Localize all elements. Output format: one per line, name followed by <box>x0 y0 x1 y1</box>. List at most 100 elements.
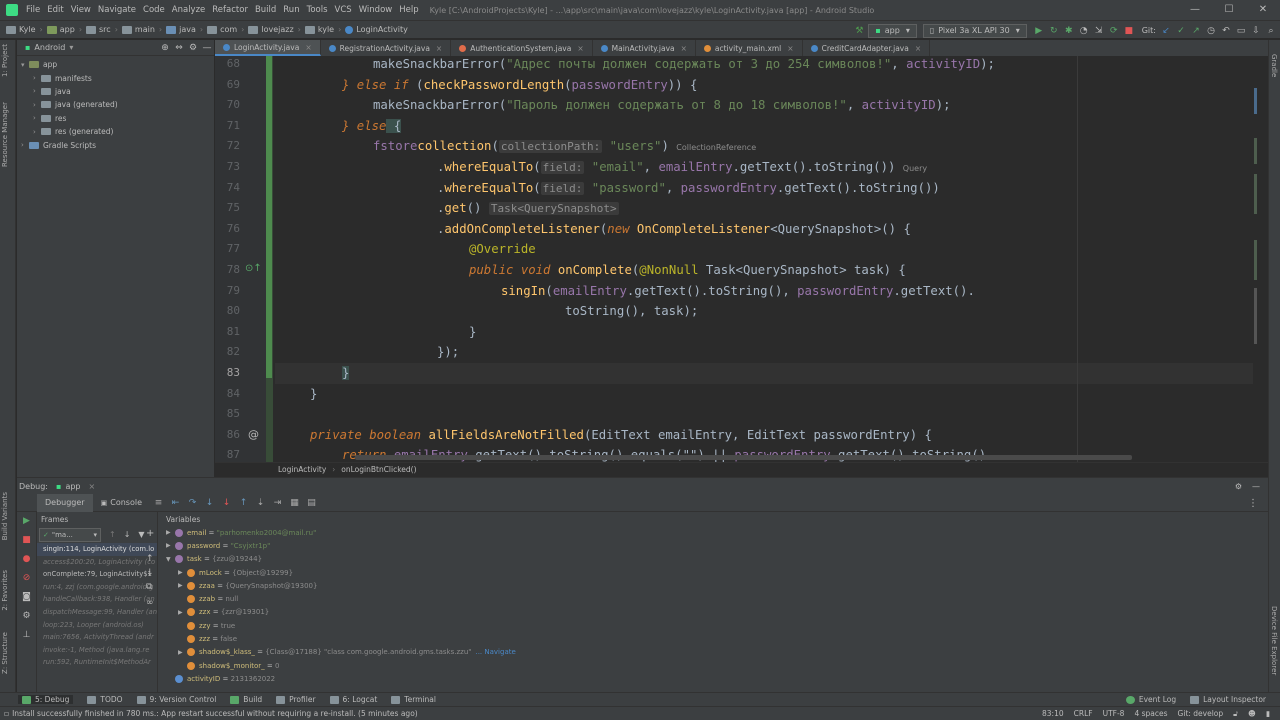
indent-setting[interactable]: 4 spaces <box>1134 709 1167 718</box>
locate-icon[interactable]: ⊕ <box>158 43 172 53</box>
view-breakpoints-icon[interactable]: ● <box>17 550 36 569</box>
line-number[interactable]: 75 <box>215 201 240 214</box>
variable-row[interactable]: zzz = false <box>158 632 1268 645</box>
close-tab-icon[interactable]: × <box>681 44 687 53</box>
chevron-right-icon[interactable]: ▶ <box>166 529 175 536</box>
arrow-down-icon[interactable]: ↓ <box>124 530 131 539</box>
menu-run[interactable]: Run <box>283 5 299 15</box>
chevron-right-icon[interactable]: › <box>33 87 41 95</box>
lock-icon[interactable]: 🔓︎ <box>1233 709 1238 719</box>
chevron-down-icon[interactable]: ▾ <box>69 43 73 52</box>
search-icon[interactable]: ⌕ <box>1265 26 1277 36</box>
hide-icon[interactable]: — <box>1252 482 1260 491</box>
variable-row[interactable]: ▼ task = {zzu@19244} <box>158 553 1268 566</box>
line-number[interactable]: 71 <box>215 119 240 132</box>
hide-icon[interactable]: — <box>200 43 214 53</box>
history-icon[interactable]: ◷ <box>1205 26 1217 36</box>
line-number[interactable]: 77 <box>215 242 240 255</box>
arrow-up-icon[interactable]: ↑ <box>146 554 154 564</box>
menu-analyze[interactable]: Analyze <box>172 5 206 15</box>
implements-marker-icon[interactable]: ⊙↑ <box>245 263 262 274</box>
tool-debug[interactable]: 5: Debug <box>18 695 74 704</box>
pin-icon[interactable]: ⊥ <box>17 626 36 645</box>
memory-icon[interactable]: ▮ <box>1266 709 1270 718</box>
stack-frame[interactable]: onComplete:79, LoginActivity$1 <box>37 568 157 581</box>
project-view-select[interactable]: Android <box>34 43 65 52</box>
chevron-right-icon[interactable]: ▶ <box>166 542 175 549</box>
menu-vcs[interactable]: VCS <box>335 5 352 15</box>
copy-icon[interactable]: ⧉ <box>146 582 152 592</box>
thread-select[interactable]: ✓ "ma... ▾ <box>39 527 101 542</box>
project-tool-button[interactable]: 1: Project <box>1 44 9 77</box>
line-number[interactable]: 72 <box>215 139 240 152</box>
project-tree-item[interactable]: › manifests <box>17 71 214 84</box>
chevron-right-icon[interactable]: ▶ <box>178 569 187 576</box>
stack-frame[interactable]: invoke:-1, Method (java.lang.re <box>37 644 157 657</box>
stack-frame[interactable]: main:7656, ActivityThread (andr <box>37 631 157 644</box>
stack-frame[interactable]: run:4, zzj (com.google.android.g <box>37 581 157 594</box>
project-tree-item[interactable]: ▾ app <box>17 58 214 71</box>
evaluate-expression-icon[interactable]: ▦ <box>286 498 303 508</box>
settings-icon[interactable]: ⚙ <box>186 43 200 53</box>
line-number[interactable]: 85 <box>215 407 240 420</box>
structure-tool-button[interactable]: Z: Structure <box>1 632 9 674</box>
variable-row[interactable]: ▶ shadow$_klass_ = {Class@17188} "class c… <box>158 646 1268 659</box>
close-tab-icon[interactable]: × <box>787 44 793 53</box>
force-step-into-icon[interactable]: ↓ <box>218 498 235 508</box>
step-into-icon[interactable]: ↓ <box>201 498 218 508</box>
settings-icon[interactable]: ⚙ <box>17 607 36 626</box>
add-watch-icon[interactable]: + <box>146 528 154 539</box>
variable-row[interactable]: ▶ password = "Csyjxtr1p" <box>158 539 1268 552</box>
menu-window[interactable]: Window <box>359 5 393 15</box>
file-encoding[interactable]: UTF-8 <box>1103 709 1125 718</box>
line-number[interactable]: 74 <box>215 181 240 194</box>
resource-manager-tool-button[interactable]: Resource Manager <box>1 102 9 167</box>
project-tree-item[interactable]: › res <box>17 112 214 125</box>
camera-icon[interactable]: ◙ <box>17 588 36 607</box>
menu-edit[interactable]: Edit <box>47 5 63 15</box>
minimize-icon[interactable]: — <box>1178 0 1212 20</box>
chevron-right-icon[interactable]: › <box>33 128 41 136</box>
stop-icon[interactable]: ■ <box>17 531 36 550</box>
line-number[interactable]: 79 <box>215 284 240 297</box>
caret-position[interactable]: 83:10 <box>1042 709 1064 718</box>
profile-icon[interactable]: ◔ <box>1078 26 1090 36</box>
breadcrumb-class[interactable]: LoginActivity <box>278 465 326 474</box>
menu-tools[interactable]: Tools <box>307 5 328 15</box>
breadcrumb-item[interactable]: src › <box>86 25 118 34</box>
editor-tab[interactable]: activity_main.xml × <box>696 40 803 56</box>
variable-row[interactable]: ▶ mLock = {Object@19299} <box>158 566 1268 579</box>
git-branch[interactable]: Git: develop <box>1178 709 1224 718</box>
breadcrumb-item[interactable]: kyle › <box>304 25 341 34</box>
breadcrumb-item[interactable]: LoginActivity <box>345 25 408 34</box>
stack-frame[interactable]: dispatchMessage:99, Handler (an <box>37 606 157 619</box>
run-icon[interactable]: ▶ <box>1033 26 1045 36</box>
show-execution-point-icon[interactable]: ⇤ <box>167 498 184 508</box>
stack-frame[interactable]: run:592, RuntimeInit$MethodAr <box>37 656 157 669</box>
editor-tab[interactable]: RegistrationActivity.java × <box>321 40 452 56</box>
apply-changes-icon[interactable]: ↻ <box>1048 26 1060 36</box>
editor-tab[interactable]: CreditCardAdapter.java × <box>803 40 931 56</box>
line-number[interactable]: 76 <box>215 222 240 235</box>
avd-manager-icon[interactable]: ▭ <box>1235 26 1247 36</box>
breadcrumb-method[interactable]: onLoginBtnClicked() <box>341 465 416 474</box>
menu-code[interactable]: Code <box>143 5 165 15</box>
user-icon[interactable]: ☻ <box>1248 709 1256 718</box>
editor-tab[interactable]: LoginActivity.java × <box>215 40 321 56</box>
navigate-link[interactable]: ... Navigate <box>475 648 515 656</box>
breadcrumb-item[interactable]: com › <box>207 25 244 34</box>
line-number[interactable]: 81 <box>215 325 240 338</box>
favorites-tool-button[interactable]: 2: Favorites <box>1 570 9 611</box>
collapse-all-icon[interactable]: ⇔ <box>172 43 186 53</box>
line-number[interactable]: 83 <box>215 366 240 379</box>
tool-version-control[interactable]: 9: Version Control <box>136 695 216 704</box>
variable-row[interactable]: zzy = true <box>158 619 1268 632</box>
line-number[interactable]: 69 <box>215 78 240 91</box>
filter-icon[interactable]: ▼ <box>138 530 144 539</box>
chevron-right-icon[interactable]: › <box>33 74 41 82</box>
code-editor[interactable]: makeSnackbarError("Адрес почты должен со… <box>275 56 1253 462</box>
tool-build[interactable]: Build <box>230 695 262 704</box>
line-number[interactable]: 87 <box>215 448 240 461</box>
stack-frame[interactable]: loop:223, Looper (android.os) <box>37 619 157 632</box>
menu-build[interactable]: Build <box>255 5 276 15</box>
